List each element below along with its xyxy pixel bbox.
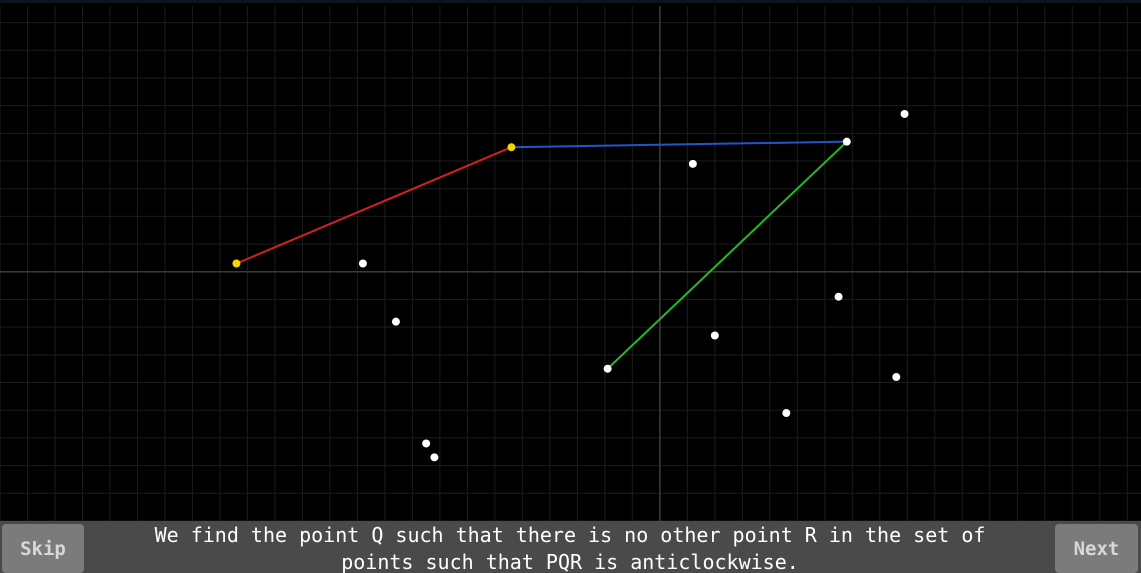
point [422, 439, 431, 448]
hull-visualization-canvas [0, 6, 1141, 522]
point [358, 259, 367, 268]
point [391, 317, 400, 326]
app-window: Skip We find the point Q such that there… [0, 0, 1141, 573]
point [603, 364, 612, 373]
point [892, 373, 901, 382]
edge-candidate [511, 140, 847, 149]
point [430, 453, 439, 462]
step-caption: We find the point Q such that there is n… [154, 522, 986, 573]
point [688, 159, 697, 168]
point [710, 331, 719, 340]
point [900, 109, 909, 118]
point [834, 292, 843, 301]
edge-hull [236, 146, 512, 265]
hull-point [507, 143, 516, 152]
point [842, 137, 851, 146]
skip-button[interactable]: Skip [2, 524, 84, 573]
hull-point [232, 259, 241, 268]
next-button[interactable]: Next [1055, 524, 1138, 573]
point [782, 409, 791, 418]
edge-test [606, 140, 848, 370]
